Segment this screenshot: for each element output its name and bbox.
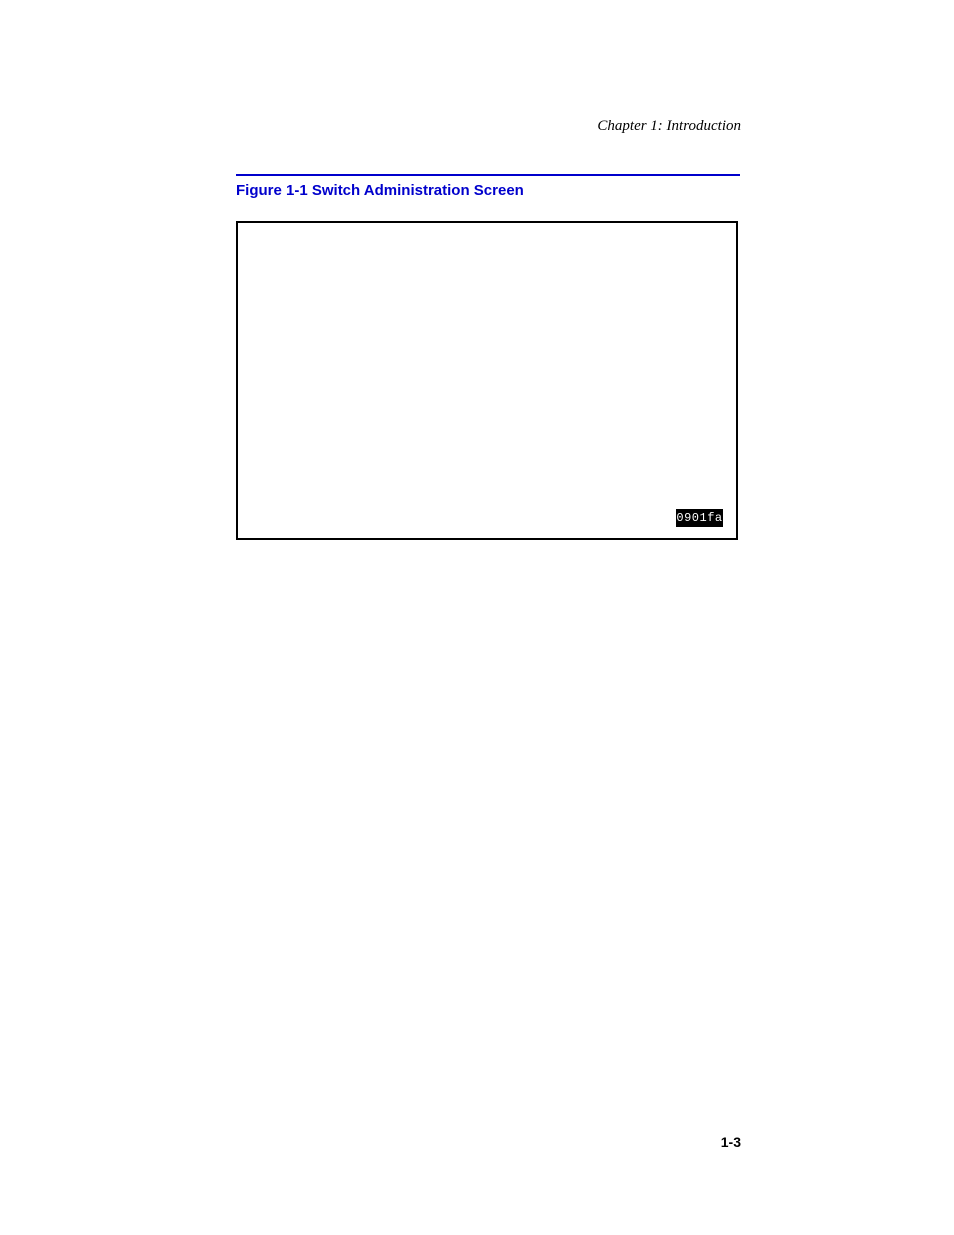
figure-divider (236, 174, 740, 176)
page-number: 1-3 (721, 1134, 741, 1150)
page: Chapter 1: Introduction Figure 1-1 Switc… (0, 0, 954, 1235)
screen-mockup: 0901fa (236, 221, 738, 540)
screen-id-tag: 0901fa (676, 509, 723, 527)
running-title: Chapter 1: Introduction (597, 118, 741, 135)
figure-caption-text: Figure 1-1 Switch Administration Screen (236, 182, 524, 199)
figure-caption-block: Figure 1-1 Switch Administration Screen (236, 174, 740, 199)
